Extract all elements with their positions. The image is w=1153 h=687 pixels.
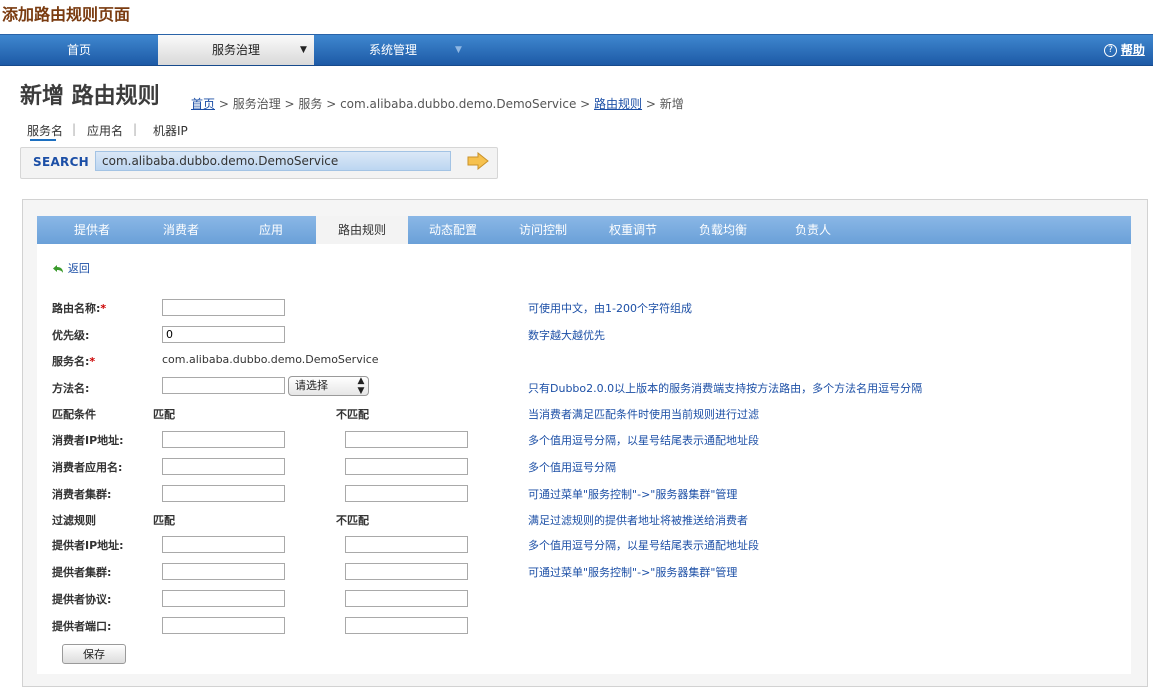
search-tab-application[interactable]: 应用名 <box>87 122 123 139</box>
consumer-cluster-label: 消费者集群: <box>52 488 112 501</box>
nav-service-governance[interactable]: 服务治理 ▼ <box>158 35 314 65</box>
service-name-value: com.alibaba.dubbo.demo.DemoService <box>162 353 379 366</box>
provider-cluster-hint: 可通过菜单"服务控制"->"服务器集群"管理 <box>528 566 738 579</box>
consumer-app-label: 消费者应用名: <box>52 461 123 474</box>
breadcrumb-home-link[interactable]: 首页 <box>191 97 215 111</box>
breadcrumb-path: > 服务治理 > 服务 > com.alibaba.dubbo.demo.Dem… <box>215 97 595 111</box>
breadcrumb: 首页 > 服务治理 > 服务 > com.alibaba.dubbo.demo.… <box>191 95 684 112</box>
active-tab-underline <box>30 139 56 141</box>
consumer-app-mismatch-input[interactable] <box>345 458 468 475</box>
service-name-label: 服务名:* <box>52 355 96 368</box>
nav-system-management[interactable]: 系统管理 ▼ <box>314 35 472 65</box>
tab-routes[interactable]: 路由规则 <box>316 216 408 244</box>
nav-home[interactable]: 首页 <box>0 35 158 65</box>
provider-cluster-match-input[interactable] <box>162 563 285 580</box>
page-title: 新增 路由规则 <box>20 84 160 109</box>
consumer-ip-mismatch-input[interactable] <box>345 431 468 448</box>
service-tabs: 提供者 消费者 应用 路由规则 动态配置 访问控制 权重调节 负载均衡 负责人 <box>37 216 1131 244</box>
route-name-hint: 可使用中文，由1-200个字符组成 <box>528 302 692 315</box>
tab-providers[interactable]: 提供者 <box>37 216 147 244</box>
method-name-input[interactable] <box>162 377 285 394</box>
consumer-cluster-mismatch-input[interactable] <box>345 485 468 502</box>
provider-port-mismatch-input[interactable] <box>345 617 468 634</box>
priority-hint: 数字越大越优先 <box>528 329 605 342</box>
consumer-ip-match-input[interactable] <box>162 431 285 448</box>
provider-ip-match-input[interactable] <box>162 536 285 553</box>
document-title: 添加路由规则页面 <box>2 5 131 24</box>
method-name-hint: 只有Dubbo2.0.0以上版本的服务消费端支持按方法路由，多个方法名用逗号分隔 <box>528 382 923 395</box>
route-name-label: 路由名称:* <box>52 302 107 315</box>
dropdown-arrow-icon: ▼ <box>300 45 307 55</box>
provider-ip-mismatch-input[interactable] <box>345 536 468 553</box>
priority-label: 优先级: <box>52 329 90 342</box>
provider-protocol-match-input[interactable] <box>162 590 285 607</box>
route-name-input[interactable] <box>162 299 285 316</box>
provider-cluster-label: 提供者集群: <box>52 566 112 579</box>
tab-consumers[interactable]: 消费者 <box>136 216 226 244</box>
provider-port-label: 提供者端口: <box>52 620 112 633</box>
consumer-ip-label: 消费者IP地址: <box>52 434 124 447</box>
consumer-app-hint: 多个值用逗号分隔 <box>528 461 616 474</box>
filter-rules-label: 过滤规则 <box>52 514 96 527</box>
search-arrow-icon[interactable] <box>467 152 489 170</box>
provider-protocol-label: 提供者协议: <box>52 593 112 606</box>
search-input[interactable] <box>95 151 451 171</box>
search-tab-machine-ip[interactable]: 机器IP <box>153 122 188 139</box>
provider-ip-hint: 多个值用逗号分隔，以星号结尾表示通配地址段 <box>528 539 759 552</box>
method-select[interactable]: 请选择 ▲▼ <box>288 376 369 396</box>
search-tab-service[interactable]: 服务名 <box>27 122 63 139</box>
mismatch-column-label: 不匹配 <box>336 514 369 527</box>
separator: | <box>72 122 77 136</box>
consumer-cluster-hint: 可通过菜单"服务控制"->"服务器集群"管理 <box>528 488 738 501</box>
help-icon: ? <box>1104 44 1117 57</box>
priority-input[interactable] <box>162 326 285 343</box>
back-link[interactable]: 返回 <box>52 260 90 276</box>
breadcrumb-route-link[interactable]: 路由规则 <box>594 97 642 111</box>
tab-load-balance[interactable]: 负载均衡 <box>678 216 768 244</box>
select-arrows-icon: ▲▼ <box>356 376 366 396</box>
dropdown-arrow-icon: ▼ <box>455 45 462 55</box>
mismatch-column-label: 不匹配 <box>336 408 369 421</box>
consumer-ip-hint: 多个值用逗号分隔，以星号结尾表示通配地址段 <box>528 434 759 447</box>
match-conditions-hint: 当消费者满足匹配条件时使用当前规则进行过滤 <box>528 408 759 421</box>
provider-protocol-mismatch-input[interactable] <box>345 590 468 607</box>
provider-cluster-mismatch-input[interactable] <box>345 563 468 580</box>
method-name-label: 方法名: <box>52 382 90 395</box>
consumer-app-match-input[interactable] <box>162 458 285 475</box>
match-column-label: 匹配 <box>153 514 175 527</box>
tab-owners[interactable]: 负责人 <box>768 216 858 244</box>
match-conditions-label: 匹配条件 <box>52 408 96 421</box>
provider-port-match-input[interactable] <box>162 617 285 634</box>
save-button[interactable]: 保存 <box>62 644 126 664</box>
tab-access-control[interactable]: 访问控制 <box>498 216 588 244</box>
back-arrow-icon <box>53 264 63 273</box>
separator: | <box>133 122 138 136</box>
top-navbar: 首页 服务治理 ▼ 系统管理 ▼ ? 帮助 <box>0 34 1153 66</box>
provider-ip-label: 提供者IP地址: <box>52 539 124 552</box>
match-column-label: 匹配 <box>153 408 175 421</box>
filter-rules-hint: 满足过滤规则的提供者地址将被推送给消费者 <box>528 514 748 527</box>
help-link[interactable]: ? 帮助 <box>1104 35 1145 65</box>
breadcrumb-current: > 新增 <box>642 97 684 111</box>
tab-dynamic-config[interactable]: 动态配置 <box>408 216 498 244</box>
consumer-cluster-match-input[interactable] <box>162 485 285 502</box>
tab-applications[interactable]: 应用 <box>226 216 316 244</box>
tab-weights[interactable]: 权重调节 <box>588 216 678 244</box>
search-label: SEARCH <box>33 155 90 169</box>
